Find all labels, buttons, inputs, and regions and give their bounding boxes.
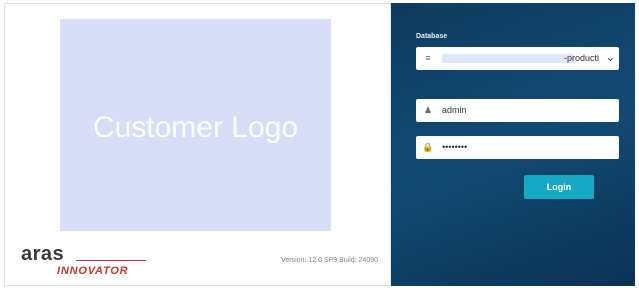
login-button[interactable]: Login bbox=[524, 175, 594, 199]
logo-panel: Customer Logo aras INNOVATOR Version: 12… bbox=[4, 3, 391, 286]
database-name-redacted bbox=[442, 54, 574, 63]
user-icon: ♟ bbox=[423, 105, 433, 115]
login-screen: Customer Logo aras INNOVATOR Version: 12… bbox=[0, 0, 639, 291]
customer-logo-placeholder: Customer Logo bbox=[60, 19, 331, 231]
login-form-panel: Database ≡ -producti ⌄ ♟ admin 🔒 •••••••… bbox=[391, 3, 635, 286]
list-icon: ≡ bbox=[425, 53, 431, 63]
brand-name: aras bbox=[21, 243, 65, 265]
customer-logo-text: Customer Logo bbox=[92, 111, 299, 144]
brand-product: INNOVATOR bbox=[57, 265, 129, 277]
username-field[interactable]: ♟ admin bbox=[416, 99, 619, 122]
database-select[interactable]: ≡ -producti ⌄ bbox=[416, 47, 619, 70]
database-value-suffix: -producti bbox=[564, 53, 600, 63]
lock-icon: 🔒 bbox=[422, 142, 434, 152]
chevron-down-icon[interactable]: ⌄ bbox=[606, 51, 615, 64]
version-text: Version: 12.0 SP9 Build: 24090 bbox=[281, 257, 378, 264]
brand-divider bbox=[76, 260, 146, 261]
username-value: admin bbox=[442, 105, 467, 115]
password-value: •••••••• bbox=[442, 142, 468, 152]
aras-innovator-logo: aras INNOVATOR bbox=[21, 243, 146, 277]
password-field[interactable]: 🔒 •••••••• bbox=[416, 136, 619, 159]
database-label: Database bbox=[416, 33, 448, 40]
